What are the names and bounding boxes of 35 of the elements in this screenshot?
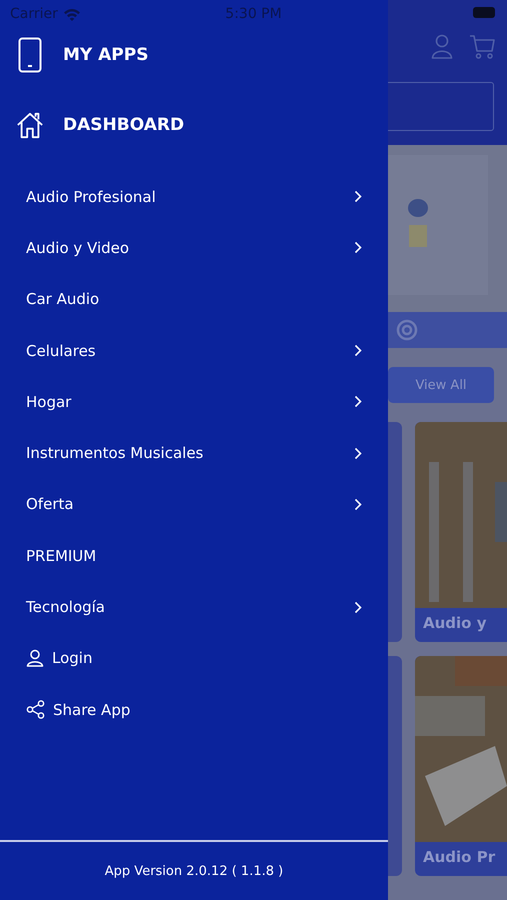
chevron-icon: [354, 344, 362, 358]
chevron-icon: [354, 600, 362, 614]
chevron-icon: [354, 498, 362, 511]
menu-item[interactable]: Share App: [0, 684, 388, 736]
target-icon: [396, 319, 418, 341]
card-title: Audio y: [422, 613, 488, 632]
home-icon: [16, 110, 44, 140]
chevron-icon: [354, 395, 362, 408]
card-title: Audio Pr: [422, 847, 496, 866]
chevron-icon: [354, 446, 362, 460]
menu-item[interactable]: Tecnología: [0, 581, 388, 633]
search-field[interactable]: [388, 82, 494, 131]
status-time: 5:30 PM: [225, 6, 282, 22]
cart-icon[interactable]: [469, 34, 495, 60]
menu-heading[interactable]: MY APPS: [63, 45, 148, 65]
menu-item[interactable]: Car Audio: [0, 274, 388, 325]
menu-item[interactable]: Login: [0, 632, 388, 684]
menu-item[interactable]: Celulares: [0, 324, 388, 376]
menu-item[interactable]: Hogar: [0, 376, 388, 428]
app-version: App Version 2.0.12 ( 1.1.8 ): [104, 864, 284, 878]
menu-heading[interactable]: DASHBOARD: [63, 115, 184, 135]
carrier-name: Carrier: [10, 6, 58, 22]
user-icon[interactable]: [431, 34, 453, 59]
chevron-icon: [354, 190, 362, 204]
user-icon: [26, 649, 44, 668]
menu-item[interactable]: PREMIUM: [0, 530, 388, 582]
wifi-icon: [62, 8, 81, 20]
share-icon: [26, 700, 45, 720]
chevron-icon: [354, 241, 362, 254]
battery-icon: [473, 7, 495, 18]
menu-item[interactable]: Oferta: [0, 478, 388, 530]
menu-item[interactable]: Instrumentos Musicales: [0, 427, 388, 479]
menu-item[interactable]: Audio Profesional: [0, 171, 388, 222]
menu-item[interactable]: Audio y Video: [0, 222, 388, 274]
phone-icon: [18, 37, 42, 73]
